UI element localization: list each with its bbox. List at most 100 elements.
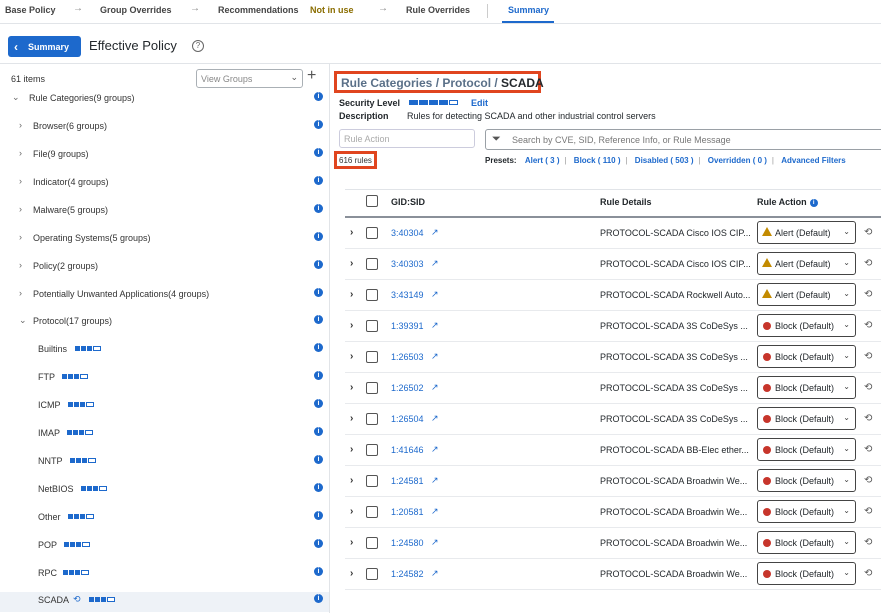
preset-block[interactable]: Block ( 110 ) (574, 156, 621, 165)
rule-action-select[interactable]: Alert (Default) ⌄ (757, 283, 856, 306)
row-checkbox[interactable] (366, 320, 378, 332)
external-link-icon[interactable]: ↗ (431, 537, 439, 548)
breadcrumb-path[interactable]: Rule Categories / Protocol / (341, 76, 501, 90)
gid-sid-link[interactable]: 1:24582 (391, 569, 424, 579)
view-groups-select[interactable]: View Groups ⌄ (196, 69, 303, 88)
info-icon[interactable]: i (314, 511, 323, 520)
tree-item[interactable]: › File(9 groups) i (0, 146, 329, 166)
info-icon[interactable]: i (314, 204, 323, 213)
chevron-right-icon[interactable]: › (19, 260, 22, 270)
advanced-filters-link[interactable]: Advanced Filters (781, 156, 845, 165)
tree-item[interactable]: RPC i (0, 565, 329, 585)
info-icon[interactable]: i (314, 260, 323, 269)
link-icon[interactable]: ⟲ (864, 444, 872, 455)
chevron-right-icon[interactable]: › (19, 288, 22, 298)
external-link-icon[interactable]: ↗ (431, 227, 439, 238)
link-icon[interactable]: ⟲ (864, 320, 872, 331)
rule-action-select[interactable]: Block (Default) ⌄ (757, 314, 856, 337)
rule-action-select[interactable]: Alert (Default) ⌄ (757, 221, 856, 244)
gid-sid-link[interactable]: 3:43149 (391, 290, 424, 300)
tree-item[interactable]: SCADA ⟲ i (0, 592, 329, 612)
info-icon[interactable]: i (314, 539, 323, 548)
preset-overridden[interactable]: Overridden ( 0 ) (708, 156, 767, 165)
link-icon[interactable]: ⟲ (864, 227, 872, 238)
rule-action-select[interactable]: Block (Default) ⌄ (757, 500, 856, 523)
link-icon[interactable]: ⟲ (864, 537, 872, 548)
preset-alert[interactable]: Alert ( 3 ) (525, 156, 560, 165)
rule-action-select[interactable]: Block (Default) ⌄ (757, 562, 856, 585)
tree-item[interactable]: IMAP i (0, 425, 329, 445)
tree-item[interactable]: ⌄ Protocol(17 groups) i (0, 313, 329, 333)
help-icon[interactable]: ? (192, 40, 204, 52)
row-checkbox[interactable] (366, 506, 378, 518)
info-icon[interactable]: i (314, 483, 323, 492)
external-link-icon[interactable]: ↗ (431, 320, 439, 331)
chevron-right-icon[interactable]: › (350, 351, 353, 362)
rule-action-select[interactable]: Alert (Default) ⌄ (757, 252, 856, 275)
chevron-right-icon[interactable]: › (19, 120, 22, 130)
chevron-right-icon[interactable]: › (19, 204, 22, 214)
info-icon[interactable]: i (314, 399, 323, 408)
tab-group-overrides[interactable]: Group Overrides (100, 5, 172, 15)
external-link-icon[interactable]: ↗ (431, 289, 439, 300)
tree-item[interactable]: › Malware(5 groups) i (0, 202, 329, 222)
external-link-icon[interactable]: ↗ (431, 351, 439, 362)
gid-sid-link[interactable]: 1:24580 (391, 538, 424, 548)
chevron-right-icon[interactable]: › (350, 444, 353, 455)
external-link-icon[interactable]: ↗ (431, 258, 439, 269)
info-icon[interactable]: i (314, 455, 323, 464)
link-icon[interactable]: ⟲ (864, 568, 872, 579)
tree-item[interactable]: ⌄ Rule Categories(9 groups) i (0, 90, 329, 110)
info-icon[interactable]: i (809, 198, 818, 207)
row-checkbox[interactable] (366, 568, 378, 580)
back-to-summary-button[interactable]: ‹ Summary (8, 36, 81, 57)
chevron-right-icon[interactable]: › (350, 475, 353, 486)
rule-action-select[interactable]: Block (Default) ⌄ (757, 438, 856, 461)
chevron-right-icon[interactable]: › (350, 382, 353, 393)
external-link-icon[interactable]: ↗ (431, 444, 439, 455)
gid-sid-link[interactable]: 1:20581 (391, 507, 424, 517)
tree-item[interactable]: › Operating Systems(5 groups) i (0, 230, 329, 250)
gid-sid-link[interactable]: 3:40303 (391, 259, 424, 269)
link-icon[interactable]: ⟲ (864, 413, 872, 424)
chevron-right-icon[interactable]: › (350, 227, 353, 238)
chevron-down-icon[interactable]: ⌄ (19, 315, 27, 326)
info-icon[interactable]: i (314, 427, 323, 436)
tree-item[interactable]: ICMP i (0, 397, 329, 417)
chevron-right-icon[interactable]: › (350, 289, 353, 300)
row-checkbox[interactable] (366, 382, 378, 394)
chevron-down-icon[interactable]: ⌄ (12, 92, 20, 103)
gid-sid-link[interactable]: 1:26502 (391, 383, 424, 393)
add-icon[interactable]: + (307, 67, 316, 85)
column-header-details[interactable]: Rule Details (600, 197, 652, 207)
tab-recommendations[interactable]: Recommendations (218, 5, 299, 15)
tree-item[interactable]: NetBIOS i (0, 481, 329, 501)
link-icon[interactable]: ⟲ (864, 475, 872, 486)
row-checkbox[interactable] (366, 444, 378, 456)
tree-item[interactable]: FTP i (0, 369, 329, 389)
tab-base-policy[interactable]: Base Policy (5, 5, 56, 15)
tab-summary[interactable]: Summary (508, 5, 549, 15)
rule-action-select[interactable]: Block (Default) ⌄ (757, 345, 856, 368)
tree-item[interactable]: Builtins i (0, 341, 329, 361)
gid-sid-link[interactable]: 1:24581 (391, 476, 424, 486)
info-icon[interactable]: i (314, 567, 323, 576)
chevron-right-icon[interactable]: › (19, 232, 22, 242)
gid-sid-link[interactable]: 1:41646 (391, 445, 424, 455)
rule-action-select[interactable]: Block (Default) ⌄ (757, 531, 856, 554)
row-checkbox[interactable] (366, 475, 378, 487)
select-all-checkbox[interactable] (366, 195, 378, 207)
gid-sid-link[interactable]: 3:40304 (391, 228, 424, 238)
row-checkbox[interactable] (366, 351, 378, 363)
gid-sid-link[interactable]: 1:26504 (391, 414, 424, 424)
chevron-right-icon[interactable]: › (350, 413, 353, 424)
info-icon[interactable]: i (314, 232, 323, 241)
tree-item[interactable]: POP i (0, 537, 329, 557)
edit-security-level-link[interactable]: Edit (471, 98, 488, 108)
rule-action-select[interactable]: Block (Default) ⌄ (757, 407, 856, 430)
rule-search-input[interactable]: ⏷ Search by CVE, SID, Reference Info, or… (485, 129, 881, 150)
chevron-right-icon[interactable]: › (350, 568, 353, 579)
tree-item[interactable]: › Browser(6 groups) i (0, 118, 329, 138)
chevron-right-icon[interactable]: › (19, 176, 22, 186)
external-link-icon[interactable]: ↗ (431, 382, 439, 393)
